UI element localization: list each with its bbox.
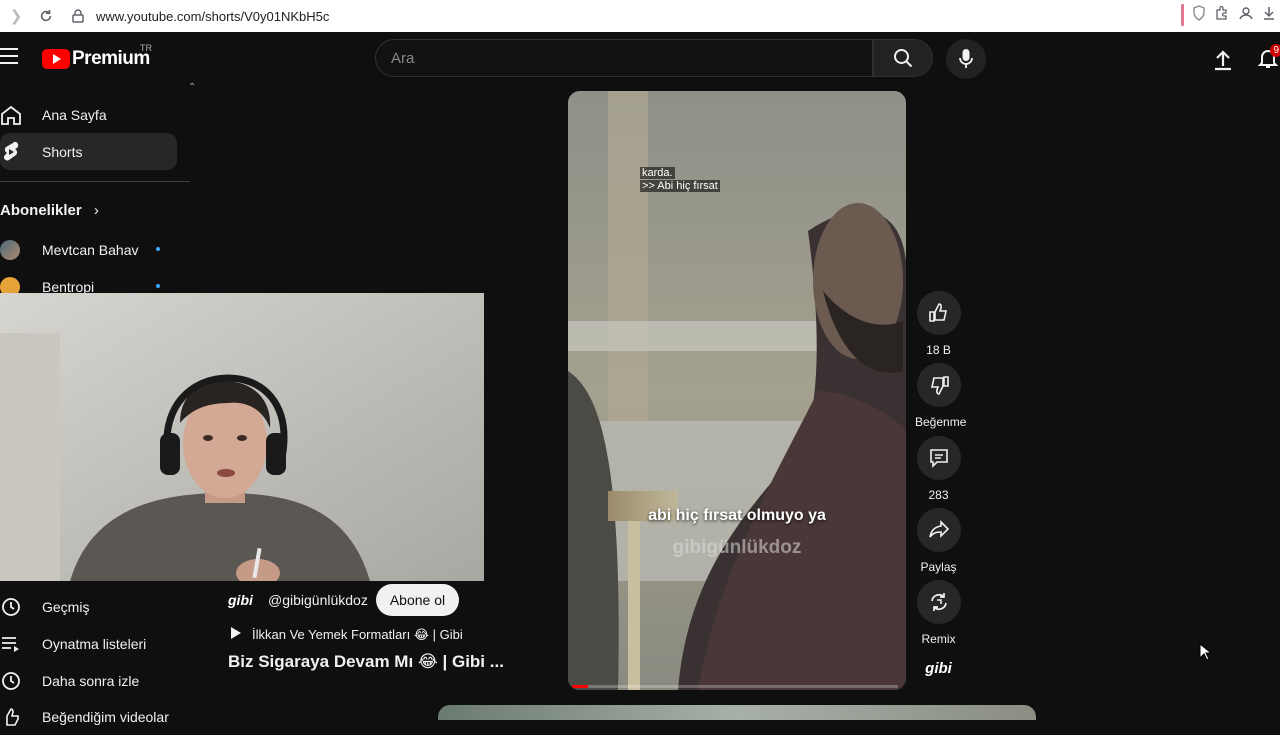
comment-count: 283 <box>928 488 949 502</box>
remix-action: Remix <box>915 580 962 646</box>
channel-handle[interactable]: @gibigünlükdoz <box>268 592 368 608</box>
sidebar-item-liked-videos[interactable]: Beğendiğim videolar <box>0 698 177 735</box>
share-action: Paylaş <box>915 508 962 574</box>
short-channel-row: gibi @gibigünlükdoz Abone ol <box>228 584 460 616</box>
reload-icon[interactable] <box>34 4 58 28</box>
dislike-button[interactable] <box>916 363 961 407</box>
new-content-dot <box>156 284 160 288</box>
chevron-up-icon[interactable]: ⌃ <box>188 82 196 93</box>
closed-caption-box: karda. >> Abi hiç fırsat <box>640 167 720 193</box>
watch-later-icon <box>0 670 22 692</box>
sidebar-item-label: Oynatma listeleri <box>42 635 147 652</box>
dislike-label: Beğenme <box>915 415 967 429</box>
dislike-action: Beğenme <box>915 363 967 429</box>
subscriptions-header[interactable]: Abonelikler › <box>0 202 99 219</box>
playlists-icon <box>0 633 22 655</box>
liked-videos-icon <box>0 706 22 728</box>
next-short-preview[interactable] <box>438 705 1036 720</box>
remix-icon <box>930 593 947 611</box>
logo-text: Premium <box>72 48 150 69</box>
comments-button[interactable] <box>916 436 961 480</box>
subscription-label: Mevtcan Bahav <box>42 241 139 258</box>
short-title[interactable]: Biz Sigaraya Devam Mı 😂 | Gibi ... <box>228 652 504 672</box>
shield-icon[interactable] <box>1192 4 1206 26</box>
masthead: Premium TR 9 <box>0 32 1280 88</box>
search-box <box>375 39 873 77</box>
share-label: Paylaş <box>920 560 957 574</box>
progress-fill <box>572 685 589 688</box>
channel-logo[interactable]: gibi <box>228 592 258 608</box>
sidebar-divider <box>0 181 190 182</box>
logo-region: TR <box>140 43 152 53</box>
channel-badge-logo: gibi <box>925 660 952 677</box>
share-icon <box>928 520 949 538</box>
subscriptions-title: Abonelikler <box>0 202 82 219</box>
address-bar[interactable]: www.youtube.com/shorts/V0y01NKbH5c <box>96 9 329 24</box>
sidebar-item-shorts[interactable]: Shorts <box>0 133 177 170</box>
microphone-icon <box>959 49 973 68</box>
remix-label: Remix <box>921 632 956 646</box>
youtube-logo-icon <box>42 49 70 69</box>
sidebar-item-label: Daha sonra izle <box>42 672 140 689</box>
sidebar-item-playlists[interactable]: Oynatma listeleri <box>0 625 177 662</box>
search-button[interactable] <box>873 39 933 77</box>
play-icon <box>230 626 242 643</box>
sidebar-item-label: Beğendiğim videolar <box>42 708 169 725</box>
avatar <box>0 239 20 260</box>
video-progress-bar[interactable] <box>572 685 898 688</box>
search-input[interactable] <box>391 49 872 67</box>
new-content-dot <box>156 247 160 251</box>
caption-line: >> Abi hiç fırsat <box>640 180 720 192</box>
comment-icon <box>929 449 948 468</box>
search-icon <box>894 49 913 68</box>
sidebar-item-label: Geçmiş <box>42 598 90 615</box>
video-watermark: gibigünlükdoz <box>672 537 802 558</box>
caption-line: karda. <box>640 167 675 179</box>
forward-icon[interactable]: ❯ <box>4 4 28 28</box>
sidebar-item-watch-later[interactable]: Daha sonra izle <box>0 662 177 699</box>
thumbs-down-icon <box>930 376 949 395</box>
like-count: 18 B <box>926 343 951 357</box>
upload-icon <box>1215 50 1231 71</box>
sidebar-item-history[interactable]: Geçmiş <box>0 588 177 625</box>
profile-icon[interactable] <box>1238 5 1254 26</box>
remix-button[interactable] <box>916 580 961 624</box>
like-button[interactable] <box>916 291 961 335</box>
share-button[interactable] <box>916 508 961 552</box>
extension-indicator <box>1181 4 1184 26</box>
notification-badge: 9 <box>1270 44 1280 57</box>
comments-action: 283 <box>915 436 962 502</box>
voice-search-button[interactable] <box>946 39 986 79</box>
browser-toolbar: ❯ www.youtube.com/shorts/V0y01NKbH5c <box>0 0 1280 32</box>
history-icon <box>0 596 22 618</box>
youtube-premium-logo[interactable]: Premium <box>42 48 150 70</box>
thumbs-up-icon <box>928 303 947 322</box>
menu-icon[interactable] <box>0 48 20 68</box>
sidebar-item-label: Ana Sayfa <box>42 106 107 123</box>
notifications-button[interactable]: 9 <box>1256 44 1280 70</box>
sidebar-item-label: Shorts <box>42 143 83 160</box>
webcam-overlay <box>0 293 484 581</box>
burned-subtitle: abi hiç fırsat olmuyo ya <box>648 507 826 524</box>
home-icon <box>0 104 22 126</box>
playlist-title: İlkkan Ve Yemek Formatları 😂 | Gibi <box>252 626 463 642</box>
upload-button[interactable] <box>1211 48 1235 72</box>
playlist-link[interactable]: İlkkan Ve Yemek Formatları 😂 | Gibi <box>230 626 463 643</box>
chevron-right-icon: › <box>93 202 99 219</box>
subscribe-button[interactable]: Abone ol <box>375 584 460 616</box>
shorts-icon <box>0 141 22 163</box>
mouse-cursor-icon <box>1199 642 1213 666</box>
extensions-icon[interactable] <box>1214 5 1230 26</box>
short-video-player[interactable]: karda. >> Abi hiç fırsat abi hiç fırsat … <box>568 91 906 690</box>
download-icon[interactable] <box>1262 5 1276 26</box>
sidebar-subscription-mevtcan[interactable]: Mevtcan Bahav <box>0 231 177 268</box>
like-action: 18 B <box>915 291 962 357</box>
channel-badge[interactable]: gibi <box>915 660 962 678</box>
sidebar-item-home[interactable]: Ana Sayfa <box>0 96 177 133</box>
site-info-icon[interactable] <box>66 4 90 28</box>
